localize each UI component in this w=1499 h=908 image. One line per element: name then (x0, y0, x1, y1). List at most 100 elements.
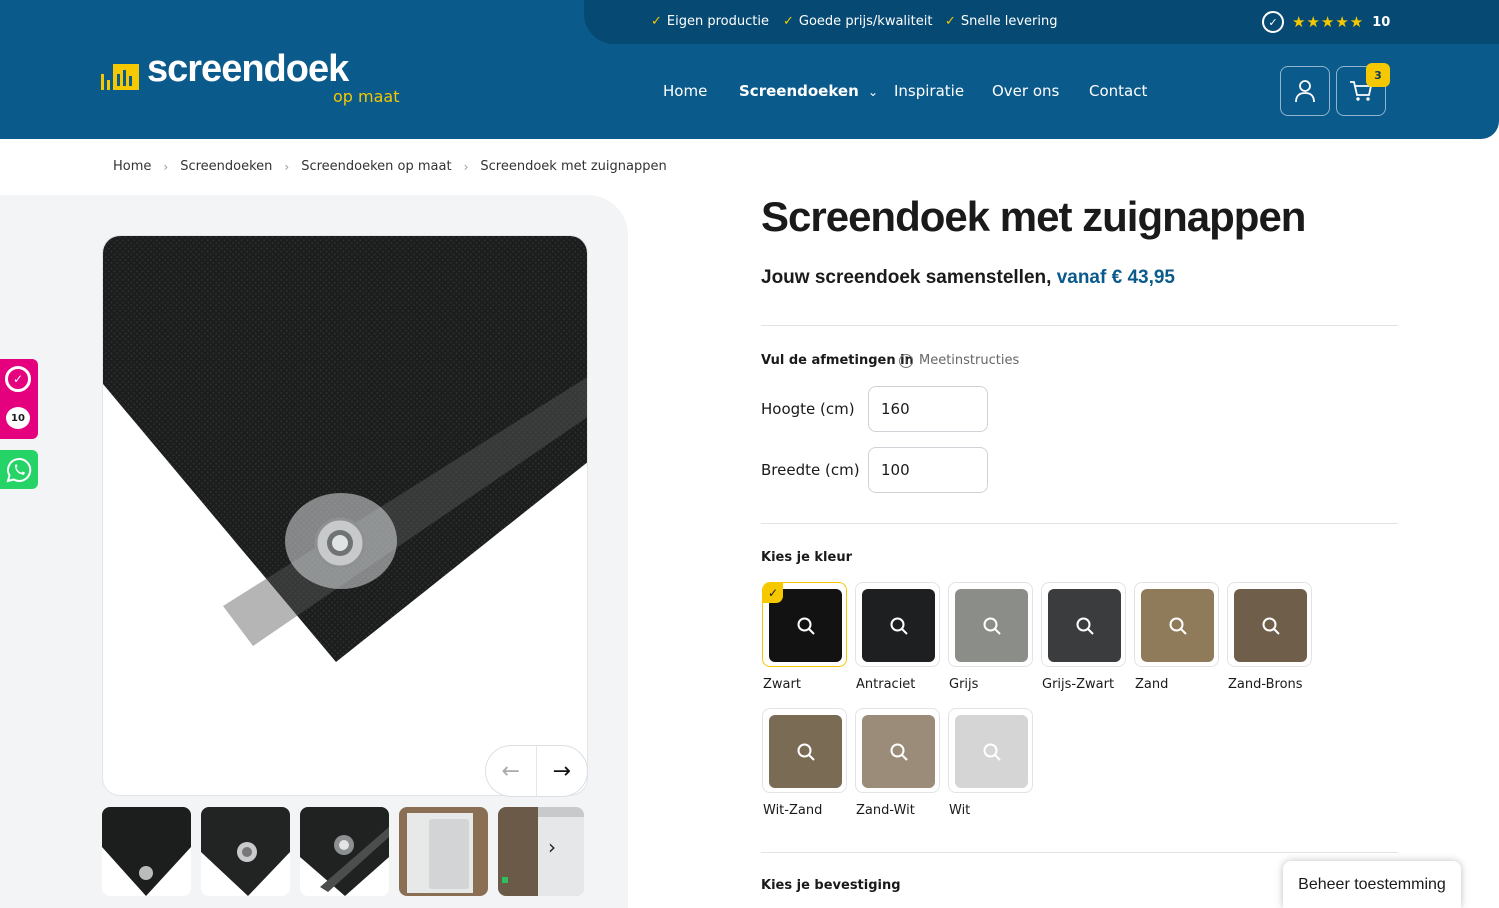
thumbnail-photo (300, 807, 389, 896)
whatsapp-icon (6, 457, 32, 482)
product-main-image[interactable] (102, 235, 588, 796)
nav-screendoeken-label: Screendoeken (739, 82, 859, 100)
color-swatch[interactable] (948, 708, 1033, 793)
breadcrumb-item[interactable]: Screendoeken (180, 159, 272, 174)
arrow-right-icon[interactable]: → (537, 746, 588, 796)
consent-manage-button[interactable]: Beheer toestemming (1283, 861, 1461, 908)
color-swatch[interactable] (1134, 582, 1219, 667)
breadcrumb-item[interactable]: Home (113, 159, 151, 174)
product-title: Screendoek met zuignappen (761, 193, 1306, 240)
chevron-right-icon: › (463, 159, 469, 174)
zoom-icon[interactable] (1261, 616, 1281, 636)
chevron-right-icon: › (163, 159, 169, 174)
color-swatch[interactable] (1227, 582, 1312, 667)
breadcrumb-item[interactable]: Screendoeken op maat (301, 159, 451, 174)
nav-inspiratie[interactable]: Inspiratie (894, 82, 964, 100)
check-icon: ✓ (783, 14, 794, 29)
kiyoh-side-widget[interactable]: ✓ 10 (0, 359, 38, 439)
kiyoh-rating[interactable]: ✓ ★★★★★ 10 (1262, 11, 1390, 33)
divider (761, 523, 1398, 524)
swatch-fabric (955, 715, 1028, 788)
kiyoh-icon: ✓ (1262, 11, 1284, 33)
nav-home[interactable]: Home (663, 82, 707, 100)
divider (761, 852, 1398, 853)
cart-count-badge: 3 (1366, 63, 1390, 87)
product-photo (103, 236, 587, 662)
height-input[interactable] (868, 386, 988, 432)
thumbnail-photo (201, 807, 290, 896)
site-header: ✓ Eigen productie ✓ Goede prijs/kwalitei… (0, 0, 1499, 139)
zoom-icon[interactable] (796, 616, 816, 636)
swatch-fabric (955, 589, 1028, 662)
color-swatch[interactable] (762, 708, 847, 793)
gallery-thumbnail[interactable] (498, 807, 584, 896)
mounting-label: Kies je bevestiging (761, 878, 901, 893)
chevron-right-icon[interactable]: › (548, 835, 556, 859)
usp-item: ✓ Eigen productie (651, 14, 769, 29)
gallery-thumbnail[interactable] (300, 807, 389, 896)
usp-label: Snelle levering (960, 14, 1058, 29)
color-swatch-label: Zand-Wit (856, 803, 915, 818)
chevron-down-icon: ⌄ (868, 85, 879, 99)
gallery-arrows: ← → (485, 745, 588, 797)
thumbnail-photo (498, 807, 584, 896)
color-swatch-label: Grijs (949, 677, 979, 692)
chevron-right-icon: › (284, 159, 290, 174)
swatch-fabric (862, 589, 935, 662)
zoom-icon[interactable] (982, 616, 1002, 636)
zoom-icon[interactable] (1168, 616, 1188, 636)
swatch-fabric (769, 715, 842, 788)
color-swatch-label: Zand (1135, 677, 1169, 692)
color-swatch-label: Zwart (763, 677, 801, 692)
zoom-icon[interactable] (1075, 616, 1095, 636)
gallery-thumbnail[interactable] (201, 807, 290, 896)
check-icon: ✓ (651, 14, 662, 29)
color-swatch[interactable] (855, 708, 940, 793)
check-icon: ✓ (763, 583, 783, 603)
check-icon: ✓ (945, 14, 956, 29)
nav-over-ons[interactable]: Over ons (992, 82, 1059, 100)
color-swatch[interactable] (1041, 582, 1126, 667)
thumbnail-photo (102, 807, 191, 896)
measure-instructions-link[interactable]: i Meetinstructies (899, 353, 1019, 368)
kiyoh-score: 10 (6, 407, 30, 429)
account-button[interactable] (1280, 66, 1330, 116)
logo-tagline: op maat (333, 87, 400, 106)
color-swatch-label: Antraciet (856, 677, 916, 692)
color-swatch-label: Wit-Zand (763, 803, 823, 818)
gallery-thumbnail[interactable] (102, 807, 191, 896)
rating-score: 10 (1372, 14, 1391, 30)
usp-item: ✓ Goede prijs/kwaliteit (783, 14, 932, 29)
thumbnail-photo (399, 807, 488, 896)
swatch-fabric (1048, 589, 1121, 662)
width-label: Breedte (cm) (761, 461, 860, 479)
usp-label: Eigen productie (666, 14, 769, 29)
product-subtitle: Jouw screendoek samenstellen, vanaf € 43… (761, 267, 1175, 289)
color-swatch-label: Zand-Brons (1228, 677, 1303, 692)
color-swatch[interactable]: ✓ (762, 582, 847, 667)
width-input[interactable] (868, 447, 988, 493)
usp-label: Goede prijs/kwaliteit (798, 14, 933, 29)
whatsapp-button[interactable] (0, 450, 38, 489)
nav-screendoeken[interactable]: Screendoeken ⌄ (739, 82, 878, 100)
height-label: Hoogte (cm) (761, 400, 855, 418)
dimensions-label: Vul de afmetingen in (761, 353, 914, 368)
nav-contact[interactable]: Contact (1089, 82, 1147, 100)
logo-wordmark: screendoek (147, 48, 349, 90)
breadcrumb: Home › Screendoeken › Screendoeken op ma… (113, 159, 667, 174)
arrow-left-icon[interactable]: ← (486, 746, 537, 796)
subtitle-text: Jouw screendoek samenstellen, (761, 267, 1052, 288)
zoom-icon[interactable] (982, 742, 1002, 762)
color-swatch[interactable] (948, 582, 1033, 667)
zoom-icon[interactable] (889, 616, 909, 636)
usp-item: ✓ Snelle levering (945, 14, 1058, 29)
kiyoh-icon: ✓ (5, 366, 31, 392)
swatch-fabric (1141, 589, 1214, 662)
zoom-icon[interactable] (796, 742, 816, 762)
zoom-icon[interactable] (889, 742, 909, 762)
color-swatch-label: Wit (949, 803, 971, 818)
measure-instructions-label: Meetinstructies (919, 353, 1020, 368)
logo-bars-icon (101, 64, 139, 90)
color-swatch[interactable] (855, 582, 940, 667)
gallery-thumbnail[interactable] (399, 807, 488, 896)
